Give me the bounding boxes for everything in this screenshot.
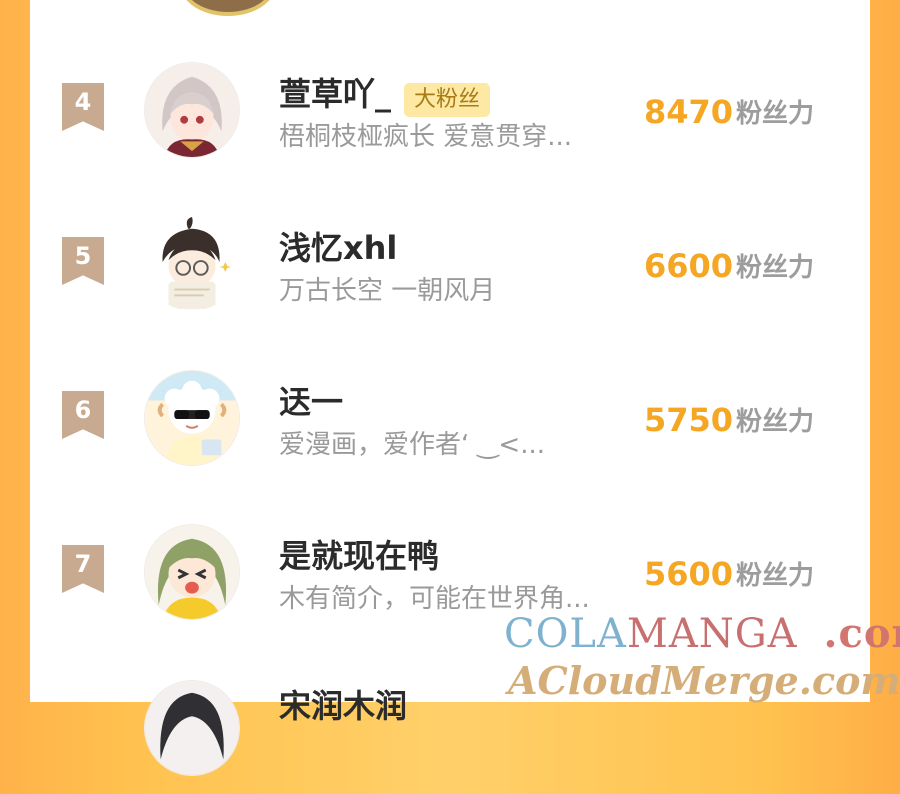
fan-level-badge: 大粉丝: [404, 83, 491, 117]
user-name[interactable]: 宋润木润: [279, 686, 407, 726]
rank-badge: 4: [62, 83, 104, 131]
user-name[interactable]: 浅忆xhl: [279, 228, 397, 268]
fan-score: 8470: [644, 93, 734, 131]
user-bio: 爱漫画，爱作者‘ ‿<...: [279, 430, 546, 460]
user-avatar[interactable]: [144, 680, 240, 776]
rank-row-6[interactable]: 6 迗一 爱漫画，爱作者‘ ‿<... 5750 粉丝力: [30, 364, 870, 484]
fan-score: 5600: [644, 555, 734, 593]
rank-row-4[interactable]: 4 萱草吖_ 大粉丝 梧桐枝桠疯长 爱意贯穿... 8470 粉丝力: [30, 56, 870, 176]
avatar-image: [145, 371, 239, 465]
rank-row-5[interactable]: 5 浅忆xhl 万古长空 一朝风月 6600 粉丝力: [30, 210, 870, 330]
fan-score: 5750: [644, 401, 734, 439]
rank-row-7[interactable]: 7 是就现在鸭 木有简介，可能在世界角... 5600 粉丝力: [30, 518, 870, 638]
avatar-image: [145, 217, 239, 311]
user-bio: 梧桐枝桠疯长 爱意贯穿...: [279, 122, 573, 152]
user-avatar[interactable]: [144, 216, 240, 312]
fan-score-unit: 粉丝力: [736, 407, 815, 437]
user-name[interactable]: 是就现在鸭: [279, 536, 439, 576]
avatar-image: [145, 525, 239, 619]
user-avatar[interactable]: [144, 370, 240, 466]
fan-score: 6600: [644, 247, 734, 285]
user-avatar[interactable]: [144, 62, 240, 158]
user-name[interactable]: 迗一: [279, 382, 343, 422]
fan-score-unit: 粉丝力: [736, 253, 815, 283]
rank-badge: 5: [62, 237, 104, 285]
fan-score-unit: 粉丝力: [736, 561, 815, 591]
avatar-image: [145, 63, 239, 157]
rank-badge: 6: [62, 391, 104, 439]
user-name[interactable]: 萱草吖_: [279, 74, 391, 114]
rank-row-8-partial[interactable]: 宋润木润: [30, 674, 870, 794]
fan-score-unit: 粉丝力: [736, 99, 815, 129]
rank-badge: 7: [62, 545, 104, 593]
avatar-rank-3-partial[interactable]: [180, 0, 276, 16]
user-bio: 万古长空 一朝风月: [279, 276, 496, 306]
ranking-panel: 4 萱草吖_ 大粉丝 梧桐枝桠疯长 爱意贯穿... 8470 粉丝力 5 浅忆x…: [30, 0, 870, 776]
user-bio: 木有简介，可能在世界角...: [279, 584, 590, 614]
avatar-image: [145, 681, 239, 775]
user-avatar[interactable]: [144, 524, 240, 620]
